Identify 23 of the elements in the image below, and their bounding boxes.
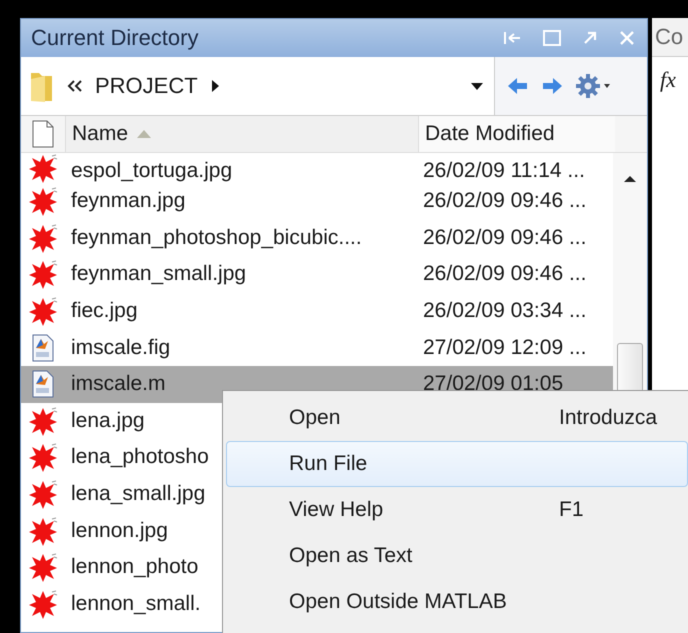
file-name: lena.jpg [71,408,145,432]
date-modified: 26/02/09 09:46 ... [423,262,586,286]
file-name: lena_photosho [71,445,209,468]
date-modified: 26/02/09 09:46 ... [423,189,586,212]
file-name: fiec.jpg [71,299,138,322]
file-name: lena_small.jpg [71,482,206,506]
date-modified: 26/02/09 11:14 ... [423,159,585,182]
file-name: lennon_photo [71,555,198,578]
file-name: feynman_small.jpg [71,262,246,286]
date-modified: 26/02/09 03:34 ... [423,299,586,322]
file-name: lennon.jpg [71,518,168,542]
file-name: feynman.jpg [71,189,186,212]
date-modified: 26/02/09 09:46 ... [423,226,586,249]
file-name: lennon_small. [71,592,201,615]
file-name: espol_tortuga.jpg [71,159,232,182]
panel-title: Current Directory [31,25,200,51]
function-symbol: fx [659,66,677,93]
file-name: imscale.fig [71,336,170,359]
date-modified: 27/02/09 12:09 ... [423,336,586,359]
panel-title: Co [655,24,684,50]
date-modified: 27/02/09 01:05 [423,372,564,396]
file-name: imscale.m [71,372,166,396]
file-name: feynman_photoshop_bicubic.... [71,226,362,249]
